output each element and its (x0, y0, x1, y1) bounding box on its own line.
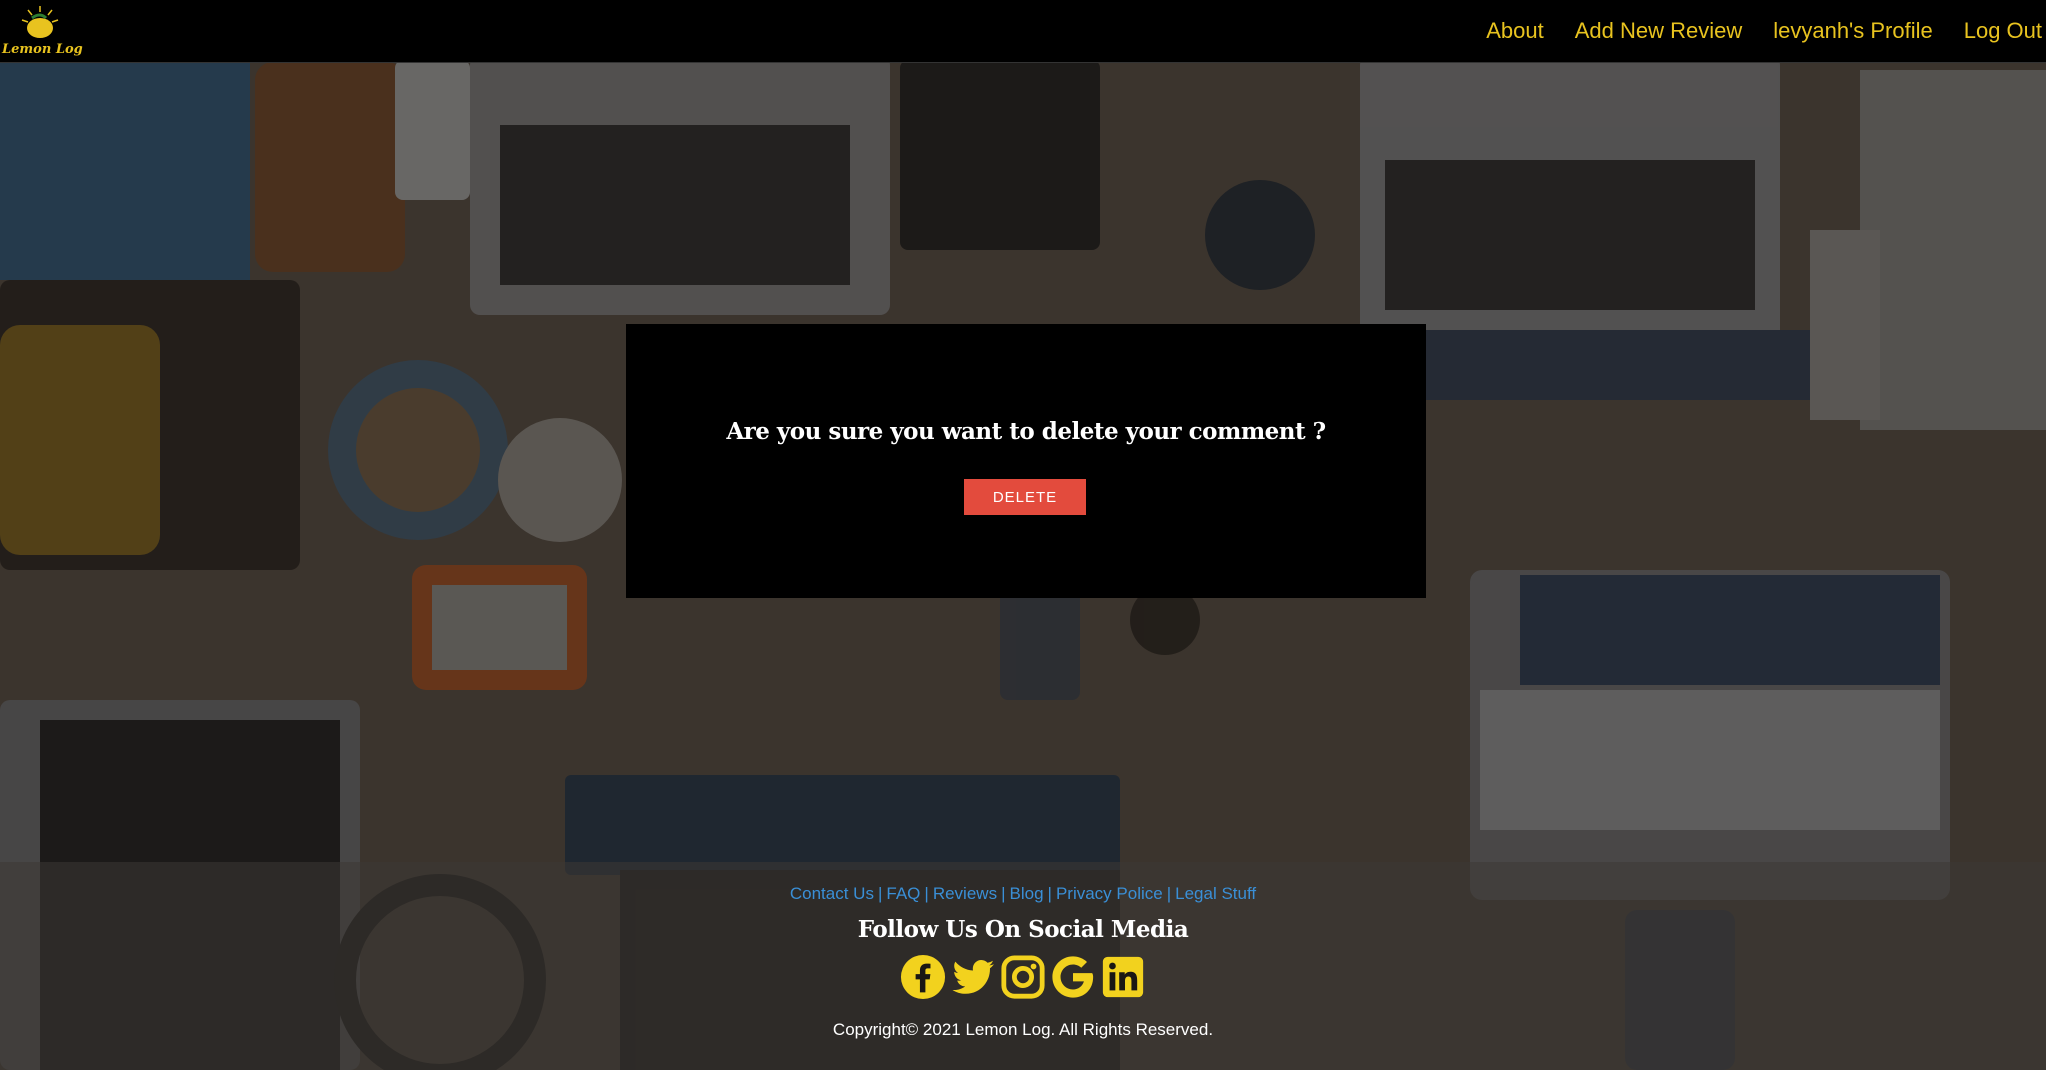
google-icon[interactable] (1050, 954, 1096, 1000)
footer-link-reviews[interactable]: Reviews (933, 884, 997, 903)
instagram-icon[interactable] (1000, 954, 1046, 1000)
footer-link-legal[interactable]: Legal Stuff (1175, 884, 1256, 903)
nav-log-out[interactable]: Log Out (1964, 18, 2042, 44)
social-icons (0, 954, 2046, 1000)
lemon-icon (21, 6, 59, 38)
footer-link-privacy[interactable]: Privacy Police (1056, 884, 1163, 903)
nav-add-new-review[interactable]: Add New Review (1575, 18, 1743, 44)
modal-question: Are you sure you want to delete your com… (726, 418, 1326, 445)
footer: Contact Us | FAQ | Reviews | Blog | Privacy Poli… (0, 862, 2046, 1070)
footer-separator: | (924, 884, 929, 903)
logo-text: Lemon Log (2, 42, 83, 57)
follow-us-title: Follow Us On Social Media (857, 916, 1189, 943)
top-navbar: Lemon Log About Add New Review levyanh's… (0, 0, 2046, 63)
footer-separator: | (1047, 884, 1052, 903)
nav-links: About Add New Review levyanh's Profile L… (1455, 0, 2046, 62)
linkedin-icon[interactable] (1100, 954, 1146, 1000)
copyright-text: Copyright© 2021 Lemon Log. All Rights Re… (832, 1020, 1214, 1039)
footer-link-faq[interactable]: FAQ (886, 884, 920, 903)
nav-about[interactable]: About (1486, 18, 1544, 44)
facebook-icon[interactable] (900, 954, 946, 1000)
footer-links: Contact Us | FAQ | Reviews | Blog | Privacy Poli… (0, 884, 2046, 904)
lemon-log-logo[interactable]: Lemon Log (2, 4, 83, 58)
footer-separator: | (1001, 884, 1006, 903)
footer-separator: | (877, 884, 883, 903)
footer-link-blog[interactable]: Blog (1010, 884, 1044, 903)
delete-button[interactable]: DELETE (964, 479, 1086, 515)
footer-separator: | (1166, 884, 1172, 903)
twitter-icon[interactable] (950, 954, 996, 1000)
footer-link-contact-us[interactable]: Contact Us (790, 884, 874, 903)
delete-comment-modal: Are you sure you want to delete your com… (626, 324, 1426, 598)
nav-profile[interactable]: levyanh's Profile (1773, 18, 1933, 44)
